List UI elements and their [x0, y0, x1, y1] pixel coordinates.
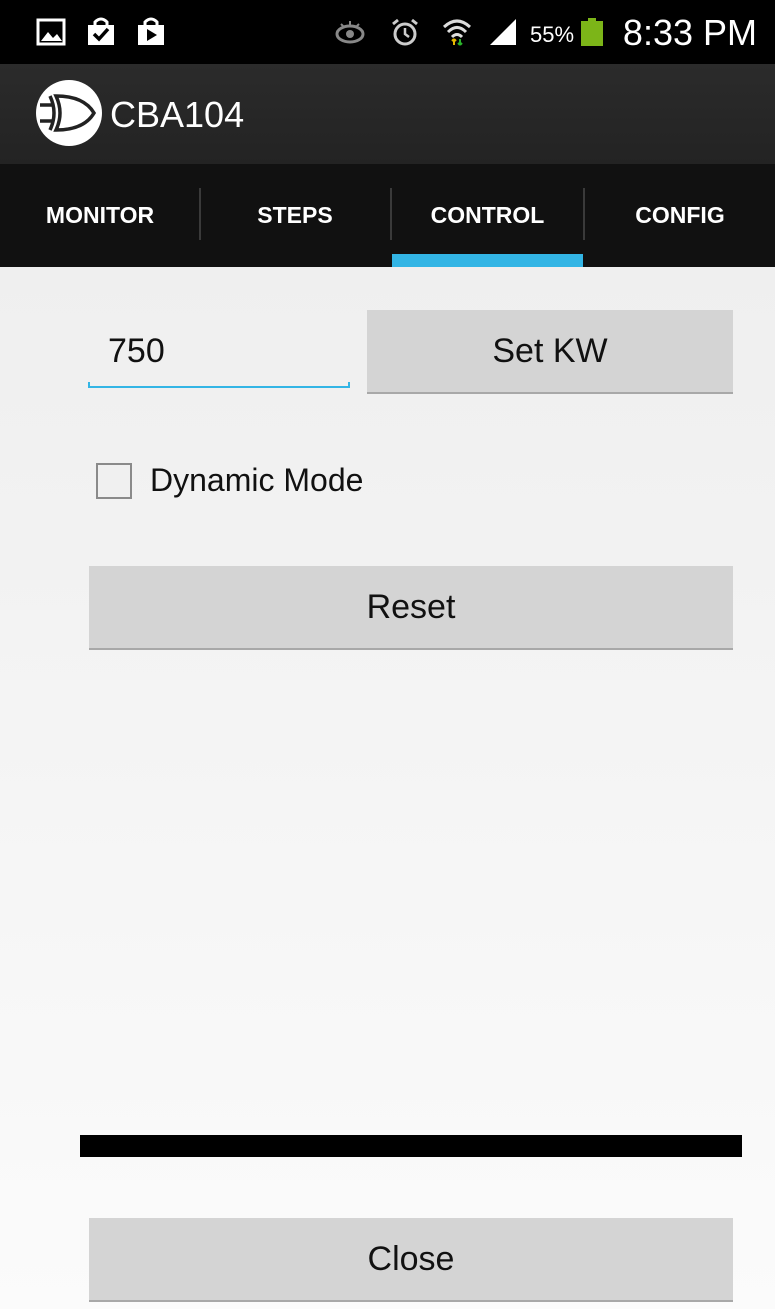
tab-monitor[interactable]: MONITOR: [0, 164, 200, 267]
dynamic-mode-label[interactable]: Dynamic Mode: [150, 462, 363, 499]
reset-button[interactable]: Reset: [89, 566, 733, 650]
close-button[interactable]: Close: [89, 1218, 733, 1302]
play-store-icon: [138, 17, 164, 45]
gate-logo-icon[interactable]: [36, 80, 102, 146]
wifi-icon: [442, 19, 472, 46]
kw-input[interactable]: [88, 318, 350, 384]
alarm-clock-icon: [392, 18, 418, 46]
shopping-bag-check-icon: [88, 17, 114, 45]
status-time: 8:33 PM: [622, 12, 757, 53]
tab-control[interactable]: CONTROL: [392, 164, 583, 267]
action-bar: CBA104: [0, 64, 775, 164]
gallery-icon: [36, 18, 66, 46]
tab-config[interactable]: CONFIG: [585, 164, 775, 267]
eye-icon: [335, 21, 365, 44]
status-bar: 55% 8:33 PM: [0, 0, 775, 64]
tab-bar: MONITOR STEPS CONTROL CONFIG: [0, 164, 775, 267]
battery-icon: [581, 18, 603, 46]
app-title: CBA104: [110, 94, 245, 135]
kw-input-underline: [88, 382, 350, 388]
selected-tab-indicator: [392, 254, 583, 267]
tab-steps[interactable]: STEPS: [200, 164, 390, 267]
set-kw-button[interactable]: Set KW: [367, 310, 733, 394]
signal-icon: [490, 19, 516, 45]
black-bar: [80, 1135, 742, 1157]
dynamic-mode-checkbox[interactable]: [96, 463, 132, 499]
battery-percent: 55%: [530, 22, 575, 47]
